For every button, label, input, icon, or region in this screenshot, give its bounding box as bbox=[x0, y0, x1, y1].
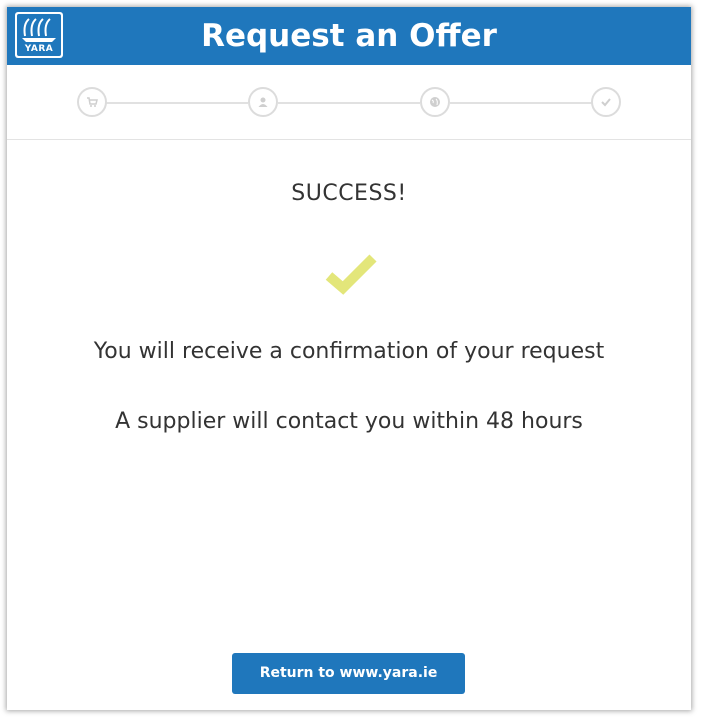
return-button[interactable]: Return to www.yara.ie bbox=[232, 653, 465, 694]
check-icon bbox=[601, 98, 611, 107]
confirmation-message: You will receive a confirmation of your … bbox=[93, 339, 605, 364]
progress-stepper bbox=[7, 65, 691, 140]
globe-icon bbox=[430, 97, 440, 107]
page-title: Request an Offer bbox=[201, 18, 497, 54]
step-check bbox=[591, 87, 621, 117]
success-heading: SUCCESS! bbox=[291, 181, 407, 206]
user-icon bbox=[258, 97, 268, 107]
step-connector bbox=[106, 102, 248, 104]
step-cart bbox=[77, 87, 107, 117]
header-bar: YARA Request an Offer bbox=[7, 7, 691, 65]
checkmark-icon bbox=[325, 254, 377, 295]
step-connector bbox=[278, 102, 420, 104]
step-connector bbox=[450, 102, 592, 104]
cart-icon bbox=[87, 97, 98, 107]
step-user bbox=[248, 87, 278, 117]
step-globe bbox=[420, 87, 450, 117]
supplier-message: A supplier will contact you within 48 ho… bbox=[115, 409, 583, 434]
offer-dialog: YARA Request an Offer SUCCESS! You will … bbox=[7, 7, 691, 710]
